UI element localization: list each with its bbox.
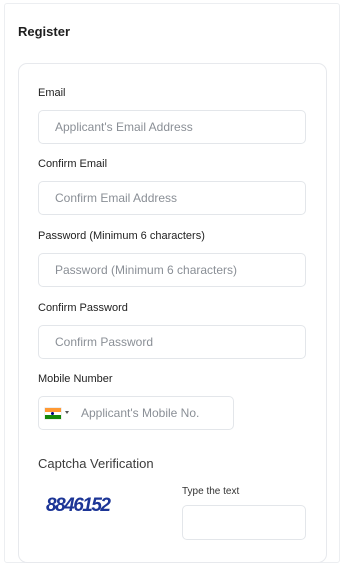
page-title: Register: [18, 24, 71, 39]
password-input[interactable]: [38, 253, 306, 287]
captcha-heading: Captcha Verification: [38, 456, 154, 471]
captcha-code: 8846152: [46, 495, 111, 516]
mobile-number-input[interactable]: [75, 397, 237, 429]
mobile-number-label: Mobile Number: [38, 373, 113, 385]
chevron-down-icon: [65, 411, 69, 414]
mobile-number-field: [38, 396, 237, 430]
india-flag-icon: [45, 408, 61, 420]
email-label: Email: [38, 87, 66, 99]
captcha-input-label: Type the text: [182, 486, 240, 497]
country-code-selector[interactable]: [39, 397, 75, 429]
captcha-image: 8846152: [46, 495, 113, 516]
captcha-input[interactable]: [182, 505, 306, 540]
confirm-email-input[interactable]: [38, 181, 306, 215]
password-label: Password (Minimum 6 characters): [38, 230, 205, 242]
confirm-email-label: Confirm Email: [38, 158, 108, 170]
email-input[interactable]: [38, 110, 306, 144]
confirm-password-input[interactable]: [38, 325, 306, 359]
confirm-password-label: Confirm Password: [38, 302, 128, 314]
